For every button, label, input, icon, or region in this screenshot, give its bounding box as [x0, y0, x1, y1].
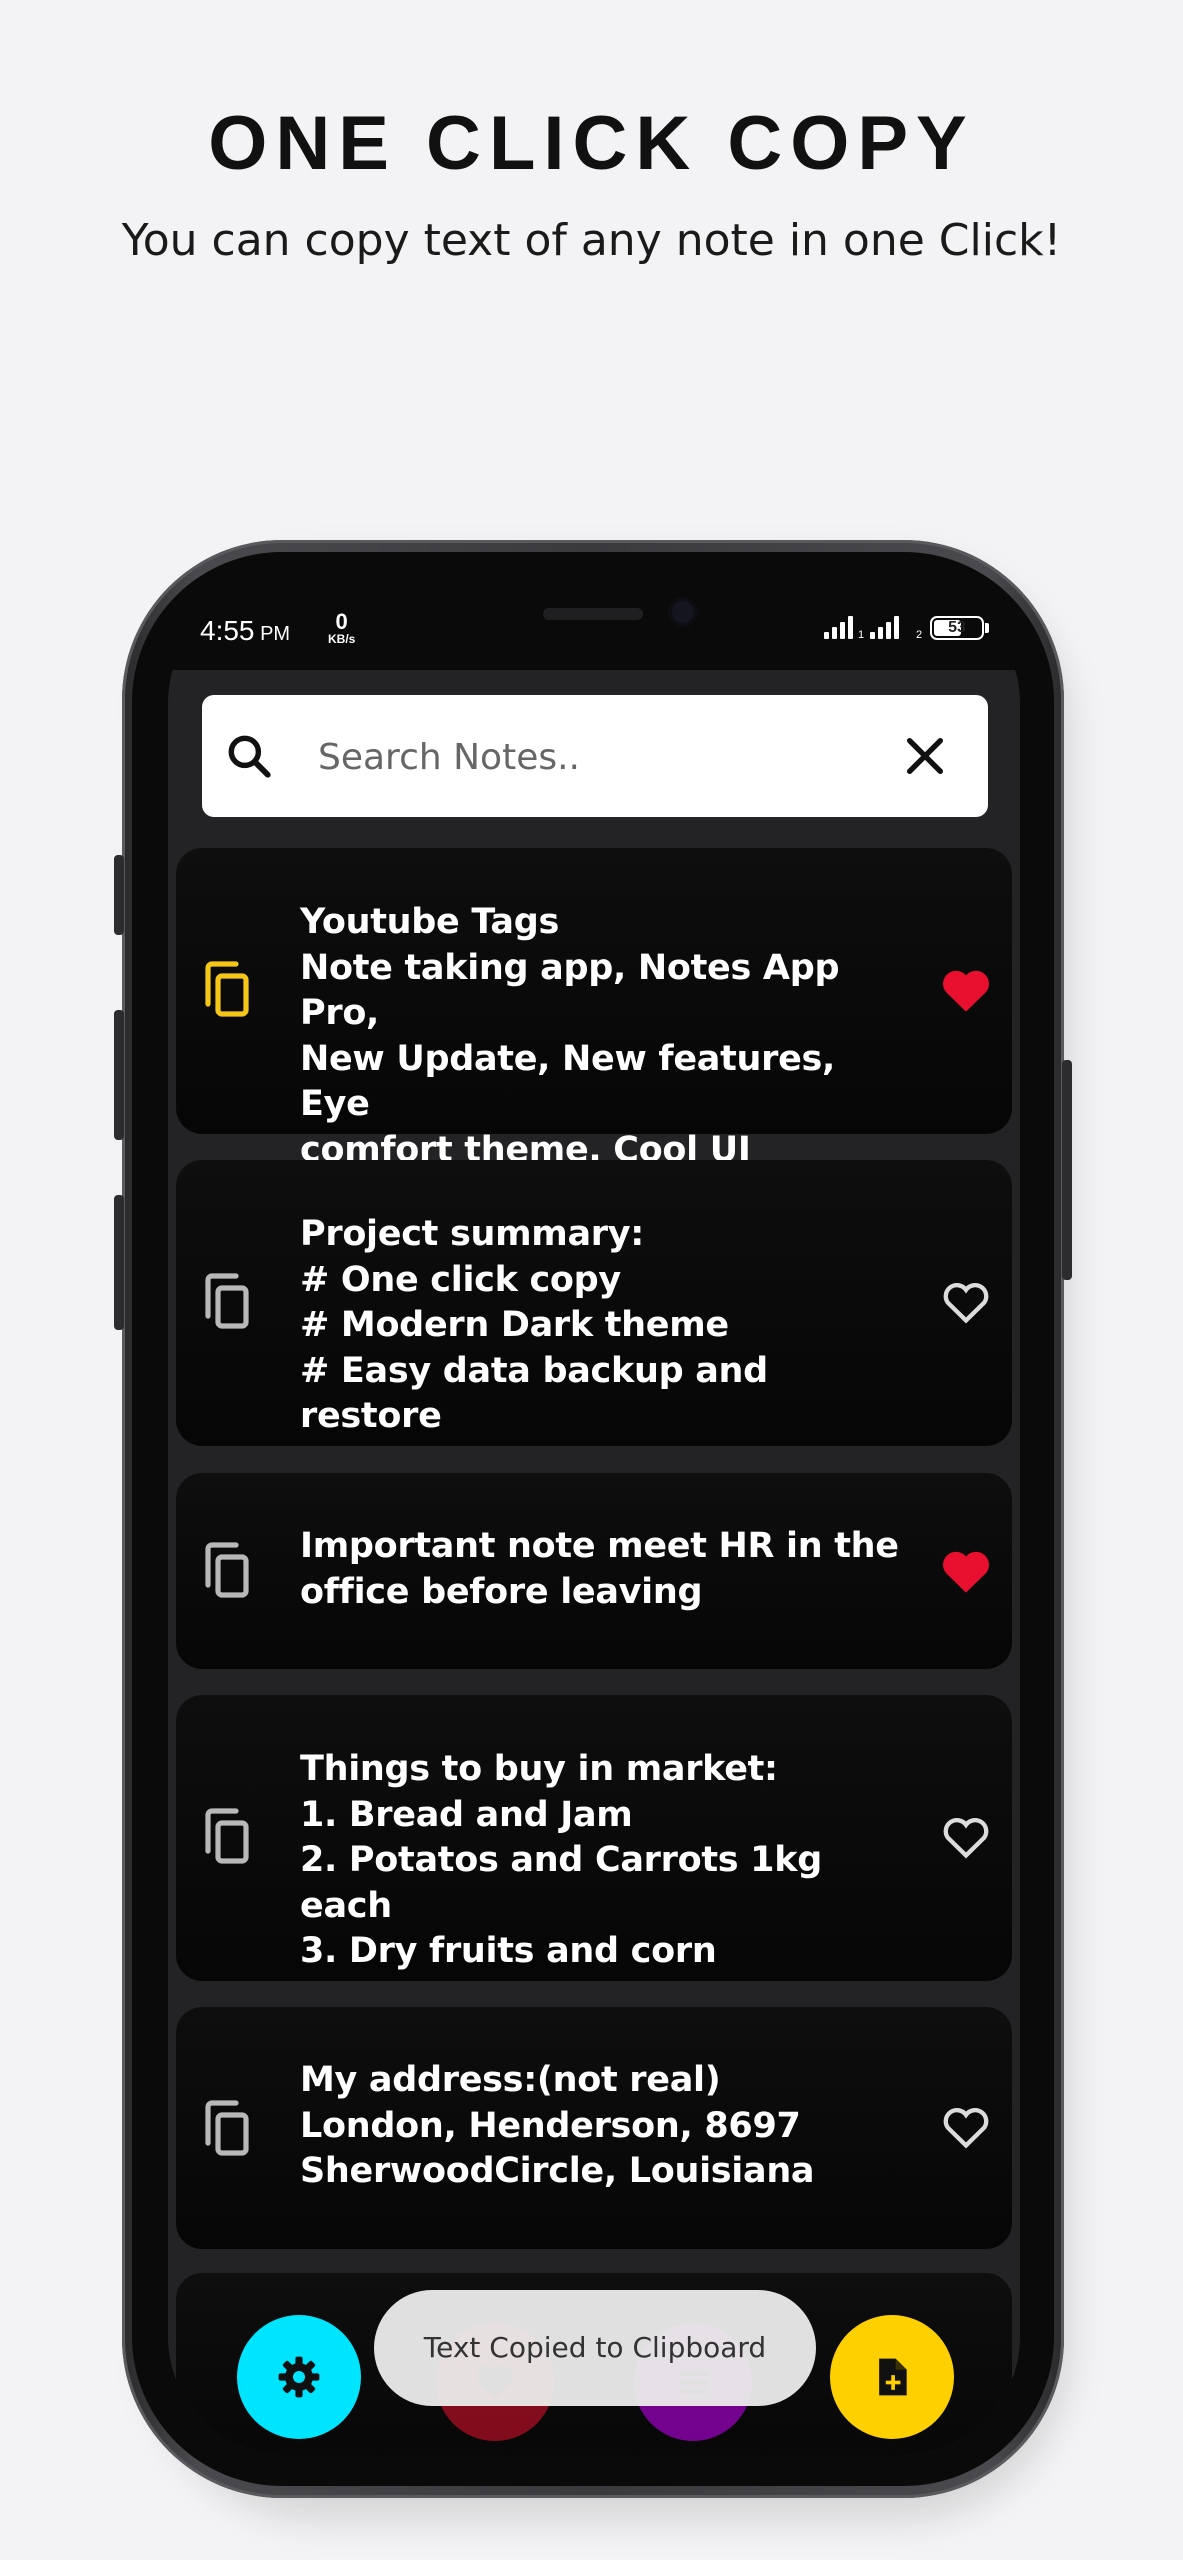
sim2-label: 2 [916, 629, 923, 641]
heart-outline-icon[interactable] [940, 1813, 992, 1861]
heart-outline-icon[interactable] [940, 1278, 992, 1326]
phone-volume-up-button [114, 1010, 124, 1140]
close-icon[interactable] [902, 733, 948, 779]
note-card[interactable]: Important note meet HR in the office bef… [176, 1473, 1012, 1669]
note-text: Things to buy in market: 1. Bread and Ja… [300, 1749, 822, 1971]
note-text: My address:(not real) London, Henderson,… [300, 2060, 815, 2191]
note-text: Important note meet HR in the office bef… [300, 1526, 899, 1612]
note-card[interactable]: My address:(not real) London, Henderson,… [176, 2007, 1012, 2249]
front-camera [668, 597, 698, 627]
note-card[interactable]: Youtube Tags Note taking app, Notes App … [176, 848, 1012, 1170]
heart-outline-icon[interactable] [940, 2103, 992, 2151]
copy-icon[interactable] [200, 2099, 252, 2159]
copy-icon[interactable] [200, 1272, 252, 1332]
status-bar: 4:55 PM 0 KB/s 1 2 53 [168, 585, 1020, 670]
search-icon [228, 735, 271, 778]
signal-sim2-icon [870, 615, 899, 639]
sim1-label: 1 [858, 629, 865, 641]
promo-subtitle: You can copy text of any note in one Cli… [121, 215, 1062, 266]
status-time: 4:55 PM [200, 615, 291, 646]
note-card[interactable]: Project summary: # One click copy # Mode… [176, 1160, 1012, 1446]
add-note-icon [879, 2358, 907, 2396]
promo-title: ONE CLICK COPY [208, 101, 975, 186]
note-text: Youtube Tags Note taking app, Notes App … [300, 902, 840, 1170]
earpiece-speaker [543, 608, 643, 620]
battery-tip [985, 623, 989, 633]
phone-power-button [1062, 1060, 1072, 1280]
phone-side-button [114, 855, 124, 935]
search-input[interactable] [316, 723, 880, 791]
phone-volume-down-button [114, 1195, 124, 1330]
add-note-button[interactable] [830, 2315, 954, 2439]
phone-screen: 4:55 PM 0 KB/s 1 2 53 Search Notes.. You… [168, 585, 1020, 2455]
heart-filled-icon[interactable] [940, 1547, 992, 1595]
toast-message: Text Copied to Clipboard [374, 2290, 816, 2406]
battery-icon: 53 [930, 616, 984, 640]
copy-icon[interactable] [200, 1807, 252, 1867]
note-card[interactable]: Things to buy in market: 1. Bread and Ja… [176, 1695, 1012, 1981]
battery-level: 53 [948, 619, 966, 636]
copy-icon[interactable] [200, 1541, 252, 1601]
gear-icon [278, 2356, 320, 2398]
copy-icon[interactable] [200, 960, 252, 1020]
settings-button[interactable] [237, 2315, 361, 2439]
note-text: Project summary: # One click copy # Mode… [300, 1214, 768, 1436]
search-bar[interactable] [202, 695, 988, 817]
network-speed: 0 KB/s [328, 609, 356, 646]
heart-filled-icon[interactable] [940, 966, 992, 1014]
signal-sim1-icon [824, 615, 853, 639]
